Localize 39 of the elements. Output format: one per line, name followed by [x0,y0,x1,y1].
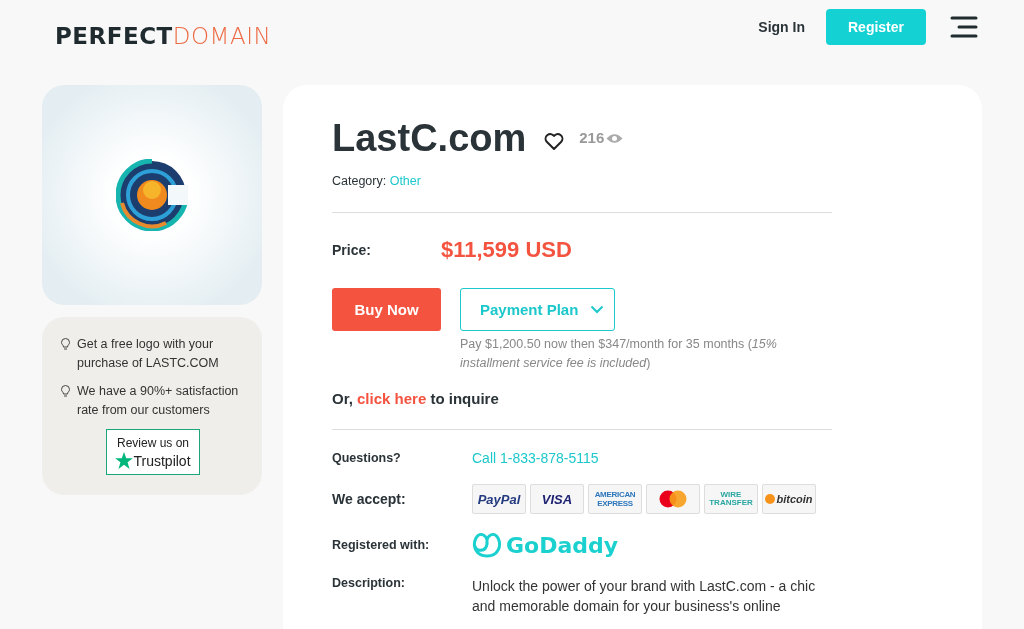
star-icon [115,452,134,469]
heart-icon[interactable] [544,132,565,151]
category-label: Category: [332,174,388,188]
sign-in-link[interactable]: Sign In [758,19,805,35]
inquire-link[interactable]: click here [357,390,427,407]
buy-now-button[interactable]: Buy Now [332,288,441,331]
overlapping-circles-icon [658,490,688,508]
perk-text: Get a free logo with your purchase of LASTC.COM [77,336,220,372]
description-text: Unlock the power of your brand with LastC.com - a chic and memorable domain for your business's online [472,577,817,616]
category-link[interactable]: Other [389,174,421,188]
detail-label: We accept: [332,491,407,507]
payment-plan-dropdown[interactable]: Payment Plan [460,288,615,331]
view-count: 216 [579,129,605,146]
lightbulb-icon [60,338,71,351]
chevron-icon [590,305,604,314]
payment-logo: AMERICAN EXPRESS [588,484,642,514]
payment-logo: bitcoin [762,484,816,514]
phone-link[interactable]: Call 1-833-878-5115 [472,450,599,466]
detail-label: Registered with: [332,538,431,552]
detail-label: Description: [332,576,406,590]
detail-label: Questions? [332,451,402,465]
menu-icon[interactable] [950,16,978,38]
payment-logo: WIRE TRANSFER [704,484,758,514]
register-button[interactable]: Register [826,9,926,45]
eye-icon [606,133,624,144]
coin-icon [765,494,776,504]
inquire-text: Or, click here to inquire [332,390,500,407]
payment-plan-note: Pay $1,200.50 now then $347/month for 35 months (15% installment service fee is included) [460,336,778,372]
payment-logo: PayPal [472,484,526,514]
domain-title: LastC.com [332,117,527,160]
payment-logo: VISA [530,484,584,514]
price-label: Price: [332,242,372,258]
registrar-logo: GoDaddy [472,532,619,558]
perk-text: We have a 90%+ satisfaction rate from our customers [77,383,240,419]
site-logo[interactable]: PERFECTDOMAIN [55,23,272,49]
trustpilot-review-link[interactable]: Review us on Trustpilot [106,429,200,475]
lightbulb-icon [60,385,71,398]
c-logo-drawing [116,159,188,231]
price-value: $11,599 USD [441,237,572,263]
